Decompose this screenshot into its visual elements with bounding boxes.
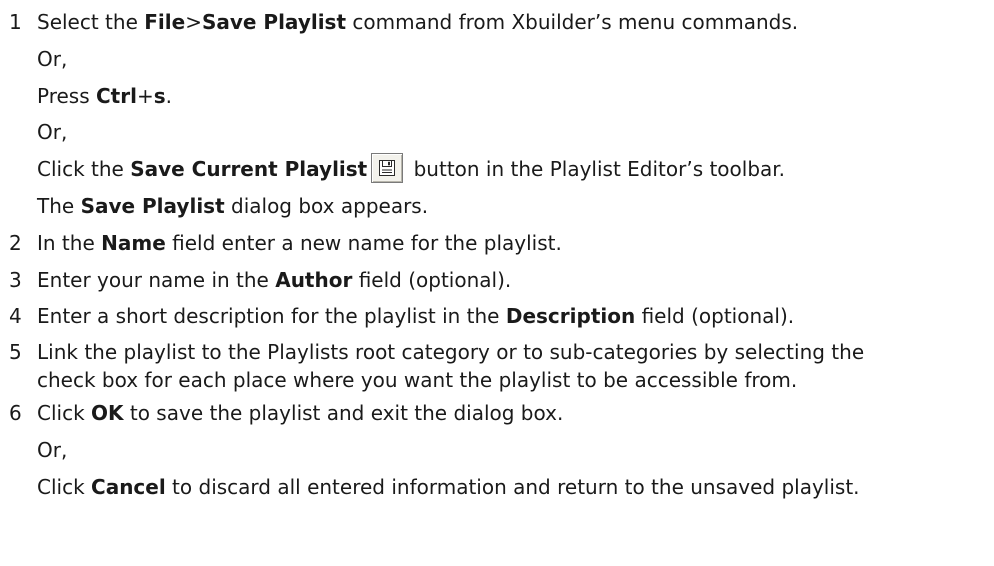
step-text: Enter a short description for the playli…: [37, 304, 506, 329]
step-number: 5: [9, 340, 22, 365]
step-1-result: The Save Playlist dialog box appears.: [0, 188, 994, 225]
field-name-author: Author: [275, 267, 353, 292]
save-current-playlist-button: [371, 152, 404, 183]
step-1-alt-toolbar: Click the Save Current Playlist button i…: [0, 151, 994, 188]
key-ctrl: Ctrl: [96, 83, 137, 108]
command-save-playlist: Save Playlist: [201, 10, 347, 34]
key-plus: +: [136, 83, 154, 108]
step-text: command from Xbuilder’s menu commands.: [346, 10, 799, 34]
step-3: 3 Enter your name in the Author field (o…: [0, 262, 994, 299]
field-name-name: Name: [101, 230, 166, 255]
step-text: Click: [37, 401, 92, 426]
instruction-document: 1 Select the File>Save Playlist command …: [0, 4, 994, 506]
step-text: Enter your name in the: [37, 267, 276, 292]
or-line: Or,: [0, 114, 994, 151]
step-text: field enter a new name for the playlist.: [165, 230, 562, 255]
or-line: Or,: [0, 41, 994, 78]
step-text: Click: [37, 474, 92, 499]
or-text: Or,: [37, 437, 68, 462]
menu-name-file: File: [144, 10, 186, 34]
step-text: dialog box appears.: [224, 193, 429, 218]
step-number: 4: [9, 304, 22, 329]
step-text: Link the playlist to the Playlists root …: [37, 340, 865, 365]
step-number: 2: [9, 230, 22, 255]
or-text: Or,: [37, 120, 68, 145]
menu-separator: >: [185, 10, 202, 34]
or-line: Or,: [0, 432, 994, 469]
step-5-continued: check box for each place where you want …: [0, 365, 994, 395]
button-name-ok: OK: [91, 401, 124, 426]
step-number: 1: [9, 10, 22, 34]
step-number: 6: [9, 401, 22, 426]
key-s: s: [153, 83, 166, 108]
step-number: 3: [9, 267, 22, 292]
step-6: 6 Click OK to save the playlist and exit…: [0, 395, 994, 432]
dialog-name-save-playlist: Save Playlist: [80, 193, 225, 218]
step-5: 5 Link the playlist to the Playlists roo…: [0, 335, 994, 365]
step-text: field (optional).: [352, 267, 512, 292]
step-text: to save the playlist and exit the dialog…: [123, 401, 564, 426]
step-1: 1 Select the File>Save Playlist command …: [0, 4, 994, 41]
step-text: .: [165, 83, 172, 108]
field-name-description: Description: [505, 304, 636, 329]
step-6-alt-cancel: Click Cancel to discard all entered info…: [0, 469, 994, 506]
step-text: check box for each place where you want …: [37, 368, 798, 393]
step-text: to discard all entered information and r…: [165, 474, 860, 499]
step-4: 4 Enter a short description for the play…: [0, 298, 994, 335]
step-text: Press: [37, 83, 96, 108]
step-text: Select the: [37, 10, 145, 34]
step-1-alt-shortcut: Press Ctrl+s.: [0, 78, 994, 115]
button-name-cancel: Cancel: [91, 474, 166, 499]
button-name-save-current-playlist: Save Current Playlist: [130, 157, 368, 182]
step-text: field (optional).: [635, 304, 795, 329]
step-text: In the: [37, 230, 102, 255]
or-text: Or,: [37, 46, 68, 71]
step-text: Click the: [37, 157, 131, 182]
step-text: button in the Playlist Editor’s toolbar.: [407, 157, 786, 182]
save-floppy-icon: [379, 159, 396, 176]
step-2: 2 In the Name field enter a new name for…: [0, 225, 994, 262]
step-text: The: [37, 193, 81, 218]
